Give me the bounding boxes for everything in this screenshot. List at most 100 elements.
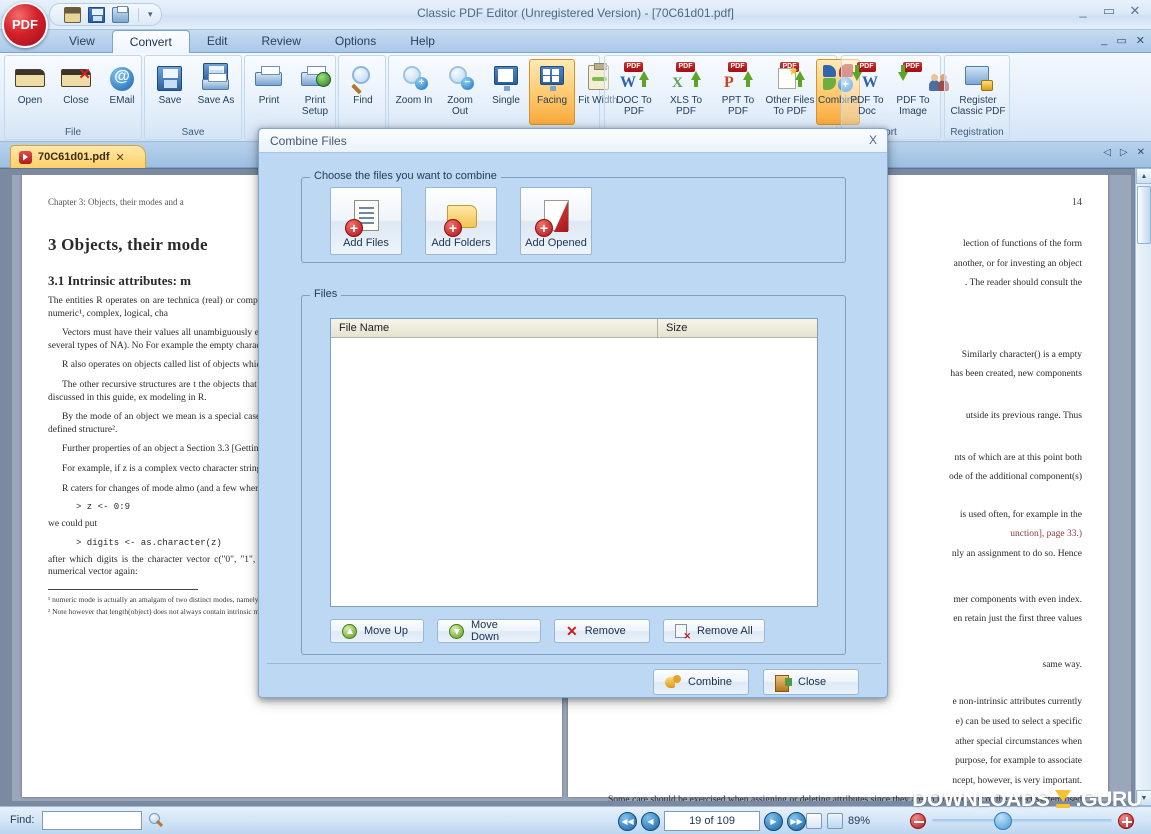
maximize-button[interactable]: ▭ [1101, 4, 1117, 20]
watermark-text-left: DOWNLOADS [912, 788, 1050, 811]
combine-button[interactable]: Combine [653, 669, 749, 695]
fit-visible-icon[interactable] [827, 813, 843, 829]
ribbon-button-close[interactable]: ✕ Close [53, 59, 99, 125]
ribbon-button-open-label: Open [17, 95, 43, 106]
tab-review[interactable]: Review [245, 30, 318, 53]
dialog-title: Combine Files [270, 134, 347, 148]
prev-page-button[interactable]: ◀ [641, 811, 660, 831]
ribbon-button-find-label: Find [353, 95, 373, 106]
qat-print-icon[interactable] [112, 5, 129, 23]
qat-open-icon[interactable] [64, 6, 81, 23]
close-door-icon [775, 674, 792, 692]
tab-convert[interactable]: Convert [111, 30, 190, 53]
document-vertical-scrollbar[interactable]: ▲ ▼ [1135, 168, 1151, 806]
minimize-button[interactable]: _ [1075, 4, 1091, 20]
ribbon-button-zoom-in[interactable]: + Zoom In [391, 59, 437, 125]
window-controls: _ ▭ ✕ [1075, 4, 1143, 20]
mdi-minimize-button[interactable]: _ [1101, 34, 1107, 47]
ribbon-button-save-as[interactable]: Save As [193, 59, 239, 125]
zoom-slider-track[interactable] [932, 812, 1112, 830]
column-header-size[interactable]: Size [658, 319, 687, 337]
dialog-close-icon[interactable]: X [869, 133, 877, 147]
remove-x-icon: ✕ [566, 623, 578, 639]
remove-button[interactable]: ✕ Remove [554, 619, 650, 643]
ribbon-button-print-setup[interactable]: Print Setup [292, 59, 338, 125]
ribbon-button-open[interactable]: Open [7, 59, 53, 125]
xls-to-pdf-icon: PDF X [670, 62, 702, 93]
ribbon-group-save-label: Save [181, 127, 205, 138]
tab-prev-icon[interactable]: ◁ [1103, 147, 1111, 158]
ribbon-button-register[interactable]: Register Classic PDF [947, 59, 1009, 125]
column-header-file-name[interactable]: File Name [331, 319, 658, 337]
first-page-button[interactable]: ◀◀ [618, 811, 637, 831]
ribbon-button-ppt-to-pdf[interactable]: PDF P PPT To PDF [712, 59, 764, 125]
add-opened-button[interactable]: + Add Opened [520, 187, 592, 255]
tab-options[interactable]: Options [318, 30, 393, 53]
mdi-close-button[interactable]: ✕ [1136, 34, 1145, 47]
tab-view[interactable]: View [52, 30, 112, 53]
ribbon-button-facing[interactable]: Facing [529, 59, 575, 125]
add-opened-label: Add Opened [525, 237, 587, 249]
add-files-button[interactable]: + Add Files [330, 187, 402, 255]
qat-save-icon[interactable] [88, 6, 105, 23]
ribbon-button-zoom-out[interactable]: − Zoom Out [437, 59, 483, 125]
scroll-up-icon[interactable]: ▲ [1136, 168, 1151, 184]
ribbon-button-register-label: Register Classic PDF [950, 95, 1006, 117]
ribbon-button-other-files-to-pdf[interactable]: PDF Other Files To PDF [764, 59, 816, 125]
mdi-window-controls: _ ▭ ✕ [1101, 34, 1145, 47]
arrow-down-icon [449, 623, 464, 639]
app-logo-icon[interactable] [2, 2, 48, 48]
ribbon-button-save-as-label: Save As [197, 95, 235, 106]
combine-label: Combine [688, 676, 733, 688]
find-input[interactable] [42, 811, 142, 830]
ribbon-button-pdf-to-doc[interactable]: PDF W PDF To Doc [844, 59, 890, 125]
ribbon-button-doc-to-pdf-label: DOC To PDF [616, 95, 652, 117]
files-list-view[interactable]: File Name Size [330, 318, 818, 607]
document-tab[interactable]: 70C61d01.pdf ✕ [10, 145, 146, 168]
application-window: Classic PDF Editor (Unregistered Version… [0, 0, 1151, 834]
scrollbar-thumb[interactable] [1137, 186, 1151, 244]
add-opened-icon: + [535, 199, 576, 237]
close-button[interactable]: ✕ [1127, 4, 1143, 20]
next-page-button[interactable]: ▶ [764, 811, 783, 831]
tab-help[interactable]: Help [393, 30, 452, 53]
magnifier-icon [347, 63, 379, 95]
qat-dropdown-icon[interactable]: ▾ [148, 9, 153, 20]
move-up-button[interactable]: Move Up [330, 619, 424, 643]
ribbon-button-find[interactable]: Find [340, 59, 386, 125]
remove-all-label: Remove All [697, 625, 753, 637]
page-indicator[interactable]: 19 of 109 [664, 811, 760, 831]
tab-edit[interactable]: Edit [190, 30, 245, 53]
ribbon-button-pdf-to-image[interactable]: PDF PDF To Image [890, 59, 949, 125]
tab-next-icon[interactable]: ▷ [1120, 147, 1128, 158]
ribbon-button-doc-to-pdf[interactable]: PDF W DOC To PDF [608, 59, 660, 125]
ribbon-button-save[interactable]: Save [147, 59, 193, 125]
ribbon-button-xls-to-pdf-label: XLS To PDF [669, 95, 703, 117]
ribbon-button-email[interactable]: EMail [99, 59, 145, 125]
single-page-icon [490, 63, 522, 93]
page-navigation: ◀◀ ◀ 19 of 109 ▶ ▶▶ [618, 807, 806, 834]
tab-close-all-icon[interactable]: ✕ [1137, 147, 1145, 158]
close-dialog-button[interactable]: Close [763, 669, 859, 695]
add-folders-button[interactable]: + Add Folders [425, 187, 497, 255]
watermark-text-right: .GURU [1075, 788, 1142, 811]
remove-all-button[interactable]: Remove All [663, 619, 765, 643]
find-label: Find: [10, 814, 35, 826]
fit-page-icon[interactable] [806, 813, 822, 829]
quick-access-toolbar: ▾ [49, 3, 162, 26]
email-icon [106, 63, 138, 93]
open-folder-icon [14, 63, 46, 93]
zoom-in-icon: + [398, 63, 430, 93]
ribbon-button-single[interactable]: Single [483, 59, 529, 125]
ribbon-button-save-label: Save [158, 95, 182, 106]
combine-action-icon [665, 674, 681, 690]
move-down-button[interactable]: Move Down [437, 619, 541, 643]
document-tab-close-icon[interactable]: ✕ [116, 151, 125, 164]
mdi-restore-button[interactable]: ▭ [1116, 34, 1126, 47]
find-search-icon[interactable] [148, 813, 164, 829]
ribbon-button-xls-to-pdf[interactable]: PDF X XLS To PDF [660, 59, 712, 125]
last-page-button[interactable]: ▶▶ [787, 811, 806, 831]
register-icon [962, 63, 994, 93]
ribbon-button-print[interactable]: Print [246, 59, 292, 125]
save-as-icon [200, 63, 232, 93]
